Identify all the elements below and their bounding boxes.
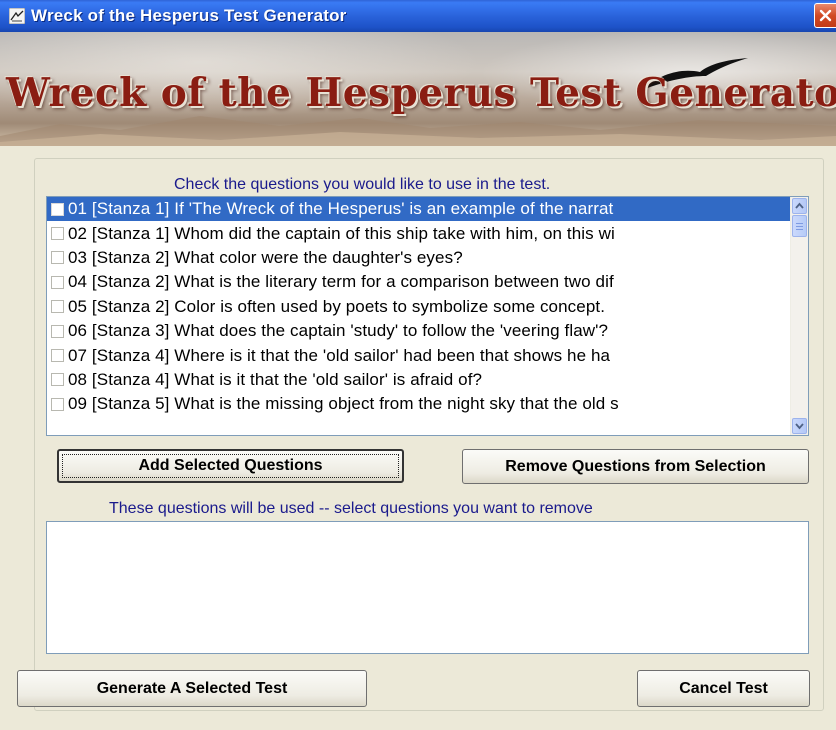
scroll-thumb[interactable] (792, 215, 807, 237)
questions-list[interactable]: 01 [Stanza 1] If 'The Wreck of the Hespe… (46, 196, 809, 436)
scroll-up-button[interactable] (792, 198, 807, 214)
generate-test-label: Generate A Selected Test (96, 679, 288, 697)
question-checkbox[interactable] (51, 349, 64, 363)
selection-instruction: These questions will be used -- select q… (109, 500, 593, 517)
cancel-test-label: Cancel Test (679, 679, 768, 697)
question-item[interactable]: 03 [Stanza 2] What color were the daught… (47, 246, 791, 270)
question-checkbox[interactable] (51, 324, 64, 338)
scroll-down-button[interactable] (792, 418, 807, 434)
question-label: 04 [Stanza 2] What is the literary term … (68, 272, 614, 292)
remove-questions-label: Remove Questions from Selection (505, 457, 766, 475)
question-label: 03 [Stanza 2] What color were the daught… (68, 247, 463, 267)
question-checkbox[interactable] (51, 227, 64, 241)
questions-rows: 01 [Stanza 1] If 'The Wreck of the Hespe… (47, 197, 791, 435)
selected-questions-list[interactable] (46, 521, 809, 654)
question-item[interactable]: 02 [Stanza 1] Whom did the captain of th… (47, 221, 791, 245)
cancel-test-button[interactable]: Cancel Test (637, 670, 810, 707)
banner-title: Wreck of the Hesperus Test Generator (6, 70, 836, 116)
focus-rectangle (62, 454, 399, 478)
close-button[interactable] (814, 3, 836, 28)
question-label: 09 [Stanza 5] What is the missing object… (68, 394, 619, 414)
chevron-down-icon (795, 423, 804, 430)
question-item[interactable]: 04 [Stanza 2] What is the literary term … (47, 270, 791, 294)
question-item[interactable]: 07 [Stanza 4] Where is it that the 'old … (47, 343, 791, 367)
question-item[interactable]: 09 [Stanza 5] What is the missing object… (47, 392, 791, 416)
questions-instruction: Check the questions you would like to us… (174, 176, 551, 193)
title-bar[interactable]: Wreck of the Hesperus Test Generator (0, 0, 836, 32)
question-checkbox[interactable] (51, 300, 64, 314)
question-checkbox[interactable] (51, 251, 64, 265)
question-item[interactable]: 05 [Stanza 2] Color is often used by poe… (47, 295, 791, 319)
question-label: 02 [Stanza 1] Whom did the captain of th… (68, 223, 615, 243)
remove-questions-button[interactable]: Remove Questions from Selection (462, 449, 809, 484)
question-label: 08 [Stanza 4] What is it that the 'old s… (68, 369, 483, 389)
add-selected-questions-button[interactable]: Add Selected Questions (57, 449, 404, 483)
question-label: 05 [Stanza 2] Color is often used by poe… (68, 296, 606, 316)
questions-scrollbar[interactable] (790, 197, 808, 435)
banner: Wreck of the Hesperus Test Generator (0, 32, 836, 146)
chevron-up-icon (795, 202, 804, 209)
question-label: 01 [Stanza 1] If 'The Wreck of the Hespe… (68, 199, 614, 219)
question-label: 07 [Stanza 4] Where is it that the 'old … (68, 345, 611, 365)
question-checkbox[interactable] (51, 397, 64, 411)
question-item[interactable]: 06 [Stanza 3] What does the captain 'stu… (47, 319, 791, 343)
quill-icon (8, 7, 26, 25)
question-checkbox[interactable] (51, 202, 64, 216)
generate-test-button[interactable]: Generate A Selected Test (17, 670, 367, 707)
window-title: Wreck of the Hesperus Test Generator (31, 6, 347, 25)
question-item[interactable]: 01 [Stanza 1] If 'The Wreck of the Hespe… (47, 197, 791, 222)
close-icon (819, 9, 832, 22)
question-label: 06 [Stanza 3] What does the captain 'stu… (68, 321, 609, 341)
question-item[interactable]: 08 [Stanza 4] What is it that the 'old s… (47, 368, 791, 392)
question-checkbox[interactable] (51, 275, 64, 289)
question-checkbox[interactable] (51, 373, 64, 387)
